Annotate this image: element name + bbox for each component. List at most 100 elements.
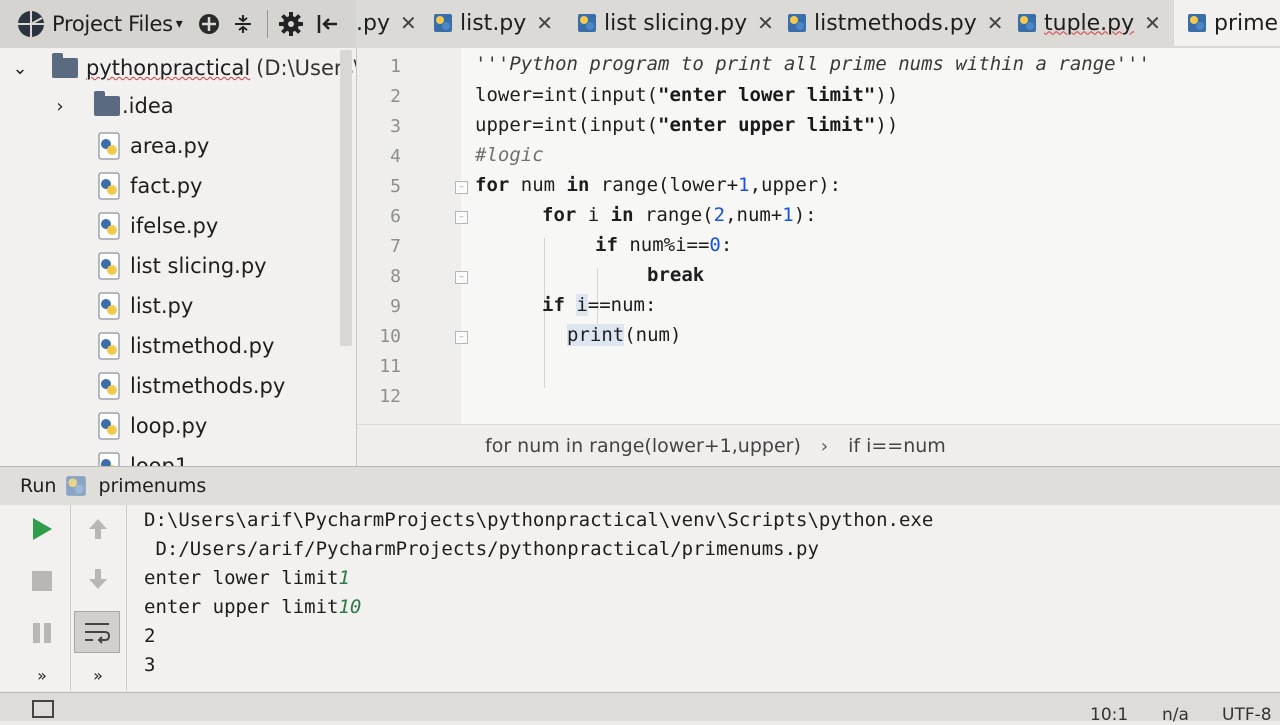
- stop-button[interactable]: [26, 565, 58, 597]
- tree-item-label: fact.py: [130, 174, 203, 198]
- close-icon[interactable]: ✕: [987, 11, 1004, 35]
- tree-item-idea[interactable]: › .idea: [50, 86, 174, 126]
- line-number: 3: [390, 116, 401, 137]
- tree-item-file[interactable]: listmethods.py: [96, 366, 285, 406]
- code-line-7: if num%i==0:: [595, 234, 732, 256]
- project-view-icon[interactable]: [16, 9, 46, 39]
- collapse-all-icon[interactable]: [231, 12, 255, 36]
- editor-tab-strip: .py ✕ list.py ✕ list slicing.py ✕ listme…: [356, 0, 1280, 48]
- console-text: 3: [144, 654, 156, 676]
- tab-list-slicing-py[interactable]: list slicing.py ✕: [564, 0, 775, 46]
- code-token: ,upper):: [749, 174, 842, 196]
- soft-wrap-button[interactable]: [74, 611, 120, 653]
- chevron-down-icon[interactable]: ⌄: [10, 58, 30, 79]
- code-line-9: if i==num:: [542, 294, 656, 316]
- tree-item-file[interactable]: loop.py: [96, 406, 207, 446]
- chevron-right-icon[interactable]: ›: [50, 96, 70, 117]
- console-output[interactable]: D:\Users\arif\PycharmProjects\pythonprac…: [124, 505, 1280, 691]
- code-token: )): [875, 114, 899, 136]
- close-icon[interactable]: ✕: [757, 11, 774, 35]
- keyword: in: [610, 204, 634, 226]
- tab-label: prime: [1214, 10, 1279, 36]
- layout-toggle-icon[interactable]: [32, 700, 54, 718]
- run-config-name[interactable]: primenums: [98, 475, 206, 497]
- locate-icon[interactable]: [197, 12, 221, 36]
- console-line: enter upper limit10: [144, 596, 361, 618]
- console-text: D:\Users\arif\PycharmProjects\pythonprac…: [144, 509, 934, 531]
- tree-item-file[interactable]: ifelse.py: [96, 206, 218, 246]
- tab-partial[interactable]: .py ✕: [356, 0, 421, 46]
- console-line: D:/Users/arif/PycharmProjects/pythonprac…: [144, 538, 818, 560]
- code-line-1: '''Python program to print all prime num…: [475, 53, 1150, 75]
- code-token: lower=int(input(: [475, 84, 659, 106]
- breadcrumb: for num in range(lower+1,upper) › if i==…: [357, 424, 1280, 466]
- python-file-icon: [98, 372, 120, 400]
- keyword: for: [542, 204, 577, 226]
- code-token: ==num:: [587, 294, 657, 316]
- close-icon[interactable]: ✕: [400, 11, 417, 35]
- keyword: if: [542, 294, 565, 316]
- gear-icon[interactable]: [278, 11, 304, 37]
- fold-marker-icon[interactable]: –: [455, 211, 468, 224]
- close-icon[interactable]: ✕: [536, 11, 553, 35]
- line-number: 4: [390, 146, 401, 167]
- tree-item-label: .idea: [122, 94, 174, 118]
- console-line: enter lower limit1: [144, 567, 350, 589]
- toolbar-divider: [266, 10, 268, 38]
- python-file-icon: [66, 476, 87, 496]
- rerun-button[interactable]: [26, 513, 58, 545]
- tree-item-file[interactable]: fact.py: [96, 166, 202, 206]
- tab-label: list slicing.py: [604, 10, 748, 36]
- tab-list-py[interactable]: list.py ✕: [420, 0, 565, 46]
- fold-marker-icon[interactable]: –: [455, 271, 468, 284]
- breadcrumb-item[interactable]: for num in range(lower+1,upper): [485, 435, 801, 457]
- close-icon[interactable]: ✕: [1144, 11, 1161, 35]
- more-actions-button[interactable]: »: [82, 659, 114, 691]
- string-literal: "enter upper limit": [658, 114, 876, 136]
- scroll-down-button[interactable]: [82, 563, 114, 595]
- file-encoding[interactable]: UTF-8: [1222, 705, 1272, 725]
- fold-marker-icon[interactable]: –: [455, 331, 468, 344]
- code-line-6: for i in range(2,num+1):: [542, 204, 817, 226]
- run-tool-window-header: Run primenums: [0, 466, 1280, 506]
- more-actions-button[interactable]: »: [26, 659, 58, 691]
- tree-item-file[interactable]: loop1: [96, 446, 188, 466]
- hide-panel-icon[interactable]: [316, 12, 340, 36]
- tree-root-pythonpractical[interactable]: ⌄ pythonpractical (D:\Users\a: [10, 48, 356, 88]
- status-bar: 10:1 n/a UTF-8: [0, 692, 1280, 725]
- arrow-up-icon: [89, 519, 107, 539]
- python-file-icon: [98, 412, 120, 440]
- chevron-down-icon[interactable]: ▾: [176, 16, 183, 32]
- python-file-icon: [98, 212, 120, 240]
- tab-listmethods-py[interactable]: listmethods.py ✕: [774, 0, 1005, 46]
- caret-position[interactable]: 10:1: [1090, 705, 1128, 725]
- keyword: if: [595, 234, 618, 256]
- docstring: '''Python program to print all prime num…: [475, 53, 1150, 75]
- code-editor[interactable]: 1 2 3 4 5 6 7 8 9 10 11 12 – – – – '''Python progra…: [357, 48, 1280, 466]
- line-number: 9: [390, 296, 401, 317]
- scroll-up-button[interactable]: [82, 513, 114, 545]
- code-line-4: #logic: [475, 144, 544, 166]
- fold-marker-icon[interactable]: –: [455, 181, 468, 194]
- pause-icon: [33, 623, 51, 643]
- folder-icon: [52, 53, 78, 78]
- tab-tuple-py[interactable]: tuple.py ✕: [1004, 0, 1175, 46]
- python-file-icon: [98, 452, 120, 466]
- tree-item-file[interactable]: area.py: [96, 126, 209, 166]
- python-file-icon: [98, 332, 120, 360]
- project-view-title[interactable]: Project Files: [52, 12, 173, 36]
- tree-item-label: listmethods.py: [130, 374, 286, 398]
- tree-item-file[interactable]: list slicing.py: [96, 246, 267, 286]
- tree-item-label: listmethod.py: [130, 334, 275, 358]
- breadcrumb-item[interactable]: if i==num: [848, 435, 946, 457]
- soft-wrap-icon: [85, 623, 111, 644]
- pause-button[interactable]: [26, 617, 58, 649]
- tree-item-file[interactable]: listmethod.py: [96, 326, 274, 366]
- tab-primenums-py[interactable]: prime: [1174, 0, 1280, 46]
- tree-item-label: loop1: [130, 454, 189, 466]
- number-literal: 2: [713, 204, 726, 226]
- tree-item-file[interactable]: list.py: [96, 286, 193, 326]
- code-token: (num): [624, 324, 682, 346]
- line-separator[interactable]: n/a: [1162, 705, 1189, 725]
- tree-scrollbar[interactable]: [340, 50, 352, 346]
